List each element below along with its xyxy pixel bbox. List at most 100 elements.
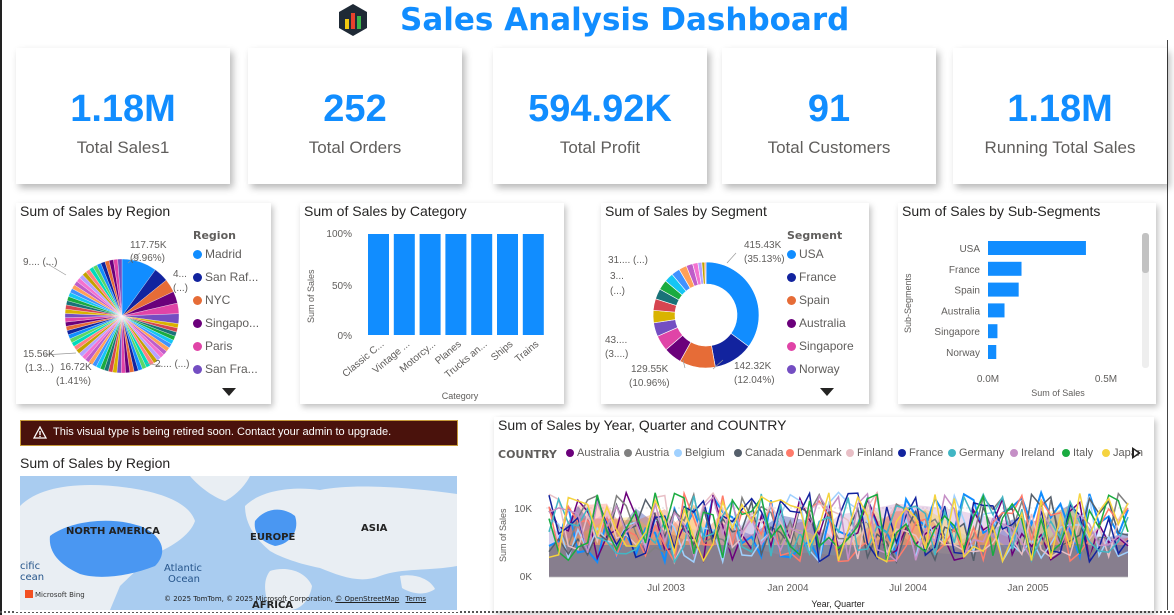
- subsegment-bar[interactable]: [988, 324, 998, 339]
- pie-label: 16.72K: [60, 362, 92, 373]
- donut-label: (12.04%): [734, 375, 775, 386]
- y-tick: Australia: [941, 306, 980, 317]
- legend-item-singapore[interactable]: Singapo...: [193, 316, 259, 330]
- region-pie-visual[interactable]: Sum of Sales by Region 117.75K (9.96%) 4…: [16, 203, 271, 404]
- legend-scroll-down-icon[interactable]: [819, 387, 835, 397]
- pie-label: (...): [173, 283, 188, 294]
- kpi-label: Total Sales1: [76, 138, 170, 157]
- x-tick: 0.5M: [1095, 374, 1117, 385]
- pie-label: 117.75K: [130, 240, 167, 251]
- category-bar[interactable]: [419, 234, 441, 335]
- donut-label: (35.13%): [744, 254, 785, 265]
- legend-scroll-down-icon[interactable]: [221, 387, 237, 397]
- kpi-value: 1.18M: [1007, 88, 1113, 130]
- subsegment-bar[interactable]: [988, 282, 1019, 297]
- donut-label: 3...: [610, 271, 624, 282]
- legend-item-nyc[interactable]: NYC: [193, 293, 230, 307]
- x-tick: Jul 2003: [647, 583, 685, 594]
- line-chart-svg: Sum of Sales 10K 0K Jul 2003 Jan 2004 Ju…: [498, 489, 1129, 609]
- subsegment-bar[interactable]: [988, 261, 1022, 276]
- legend-title: Region: [193, 229, 236, 242]
- terms-link[interactable]: Terms: [405, 595, 426, 603]
- donut-label: 129.55K: [631, 364, 669, 375]
- y-tick: 100%: [326, 229, 352, 240]
- scrollbar-thumb[interactable]: [1142, 233, 1149, 273]
- legend-item-usa[interactable]: USA: [787, 247, 824, 261]
- subsegment-bar[interactable]: [988, 241, 1086, 255]
- category-bar[interactable]: [471, 234, 493, 335]
- kpi-label: Total Customers: [767, 138, 891, 157]
- x-tick: Jul 2004: [889, 583, 927, 594]
- x-axis-title: Year, Quarter: [811, 599, 864, 609]
- kpi-label: Running Total Sales: [984, 138, 1136, 157]
- segment-donut-visual[interactable]: Sum of Sales by Segment 415.43K (35.13%)…: [601, 203, 869, 404]
- pie-label: (1.3...): [25, 363, 54, 374]
- legend-item-norway[interactable]: Norway: [787, 362, 840, 376]
- kpi-card-total-customers[interactable]: 91 Total Customers: [722, 48, 936, 184]
- warning-text: This visual type is being retired soon. …: [53, 426, 392, 438]
- pie-label: (9.96%): [130, 253, 166, 264]
- legend-item-singapore[interactable]: Singapore: [787, 339, 854, 353]
- kpi-label: Total Orders: [308, 138, 402, 157]
- x-tick: Jan 2004: [767, 583, 809, 594]
- legend-item-france[interactable]: France: [787, 270, 836, 284]
- y-tick: 10K: [514, 504, 532, 515]
- y-tick: USA: [959, 244, 980, 255]
- canvas-left-border: [0, 0, 2, 615]
- country-line-visual[interactable]: Sum of Sales by Year, Quarter and COUNTR…: [494, 417, 1154, 611]
- subsegment-bar[interactable]: [988, 345, 997, 359]
- osm-link[interactable]: © OpenStreetMap: [335, 595, 399, 603]
- kpi-card-total-orders[interactable]: 252 Total Orders: [248, 48, 462, 184]
- kpi-card-running-total-sales[interactable]: 1.18M Running Total Sales: [953, 48, 1167, 184]
- map-canvas[interactable]: NORTH AMERICA EUROPE ASIA Atlantic Ocean…: [20, 476, 457, 610]
- kpi-card-total-sales[interactable]: 1.18M Total Sales1: [16, 48, 230, 184]
- legend-item-paris[interactable]: Paris: [193, 339, 232, 353]
- category-bar-visual[interactable]: Sum of Sales by Category Sum of Sales 10…: [300, 203, 564, 404]
- legend-item-san-francisco[interactable]: San Fra...: [193, 362, 258, 376]
- map-label-north-america: NORTH AMERICA: [66, 526, 160, 537]
- donut-label: (10.96%): [629, 378, 670, 389]
- donut-label: 142.32K: [734, 361, 772, 372]
- kpi-value: 594.92K: [528, 88, 672, 130]
- map-attribution: © 2025 TomTom, © 2025 Microsoft Corporat…: [164, 595, 427, 603]
- x-tick: Ships: [489, 339, 515, 364]
- subsegment-bar[interactable]: [988, 303, 1005, 318]
- subsegment-bar-svg: Sub-Segments USA France Spain Australia Sing…: [903, 233, 1149, 398]
- donut-label: 415.43K: [744, 240, 782, 251]
- y-tick: Norway: [946, 348, 980, 359]
- pie-label: 2.... (...): [155, 359, 190, 370]
- donut-label: (3....): [605, 349, 629, 360]
- donut-slice[interactable]: [704, 261, 707, 285]
- legend-item-spain[interactable]: Spain: [787, 293, 830, 307]
- x-axis-title: Sum of Sales: [1031, 388, 1085, 398]
- category-bar[interactable]: [497, 234, 518, 335]
- kpi-card-total-profit[interactable]: 594.92K Total Profit: [493, 48, 707, 184]
- donut-slice[interactable]: [705, 261, 760, 347]
- category-bar[interactable]: [368, 234, 389, 335]
- map-label-pacific-ocean: cean: [20, 572, 45, 583]
- pie-label: 9.... (...): [23, 257, 58, 268]
- y-tick: Spain: [954, 286, 980, 297]
- legend-item-madrid[interactable]: Madrid: [193, 247, 242, 261]
- warning-icon: [33, 426, 47, 439]
- y-axis-title: Sub-Segments: [903, 273, 913, 333]
- legend-item-australia[interactable]: Australia: [787, 316, 846, 330]
- y-tick: 0%: [338, 331, 353, 342]
- y-tick: 0K: [520, 572, 533, 583]
- canvas-right-border: [1167, 40, 1168, 610]
- category-bar-svg: Sum of Sales 100% 50% 0% Classic C...Vin…: [306, 229, 544, 401]
- category-bar[interactable]: [445, 234, 467, 335]
- category-bar[interactable]: [522, 234, 544, 335]
- bing-logo: Microsoft Bing: [25, 590, 85, 599]
- x-tick: Jan 2005: [1007, 583, 1049, 594]
- donut-label: 43....: [605, 335, 628, 346]
- subsegment-bar-visual[interactable]: Sum of Sales by Sub-Segments Sub-Segment…: [898, 203, 1156, 404]
- category-bar[interactable]: [393, 234, 415, 335]
- map-label-ocean: Ocean: [168, 574, 200, 585]
- x-axis-title: Category: [442, 391, 479, 401]
- legend-item-san-rafael[interactable]: San Raf...: [193, 270, 258, 284]
- map-title: Sum of Sales by Region: [20, 455, 171, 471]
- y-axis-title: Sum of Sales: [306, 269, 316, 323]
- y-tick: France: [949, 265, 981, 276]
- pie-label: 15.56K: [23, 349, 55, 360]
